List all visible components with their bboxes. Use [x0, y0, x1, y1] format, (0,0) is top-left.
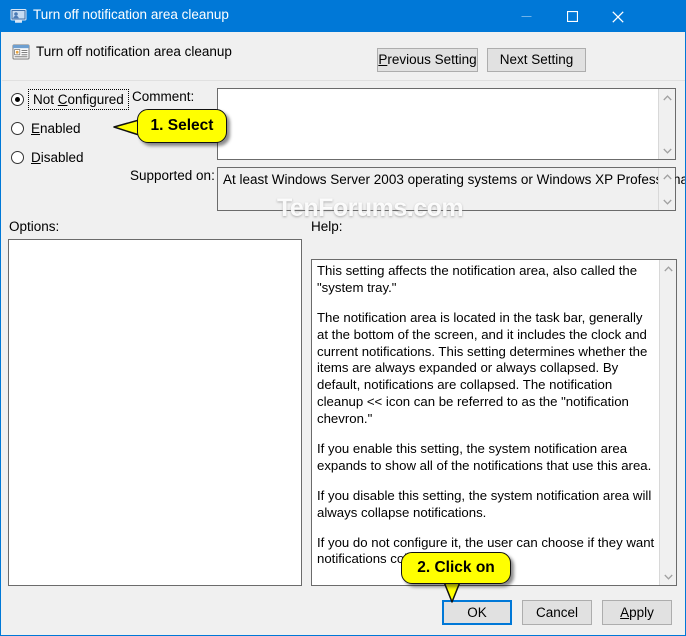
radio-disabled-label: Disabled — [31, 149, 84, 165]
help-paragraph: The notification area is located in the … — [317, 309, 648, 427]
comment-label: Comment: — [132, 89, 195, 104]
supported-on-value: At least Windows Server 2003 operating s… — [223, 172, 686, 187]
radio-not-configured[interactable]: Not Configured — [11, 88, 129, 110]
next-setting-button[interactable]: Next Setting — [487, 48, 586, 72]
apply-button[interactable]: Apply — [602, 600, 672, 625]
cancel-button[interactable]: Cancel — [522, 600, 592, 625]
apply-button-label: Apply — [620, 604, 654, 620]
help-panel: This setting affects the notification ar… — [311, 259, 677, 586]
supported-on-scrollbar[interactable] — [658, 168, 675, 210]
supported-on-field: At least Windows Server 2003 operating s… — [217, 167, 685, 211]
radio-enabled-label: Enabled — [31, 120, 81, 136]
help-paragraph: If you enable this setting, the system n… — [317, 441, 652, 473]
maximize-button[interactable] — [549, 1, 595, 32]
chevron-down-icon[interactable] — [660, 568, 677, 585]
options-label: Options: — [9, 219, 60, 234]
chevron-up-icon[interactable] — [660, 260, 677, 277]
group-policy-window-icon — [10, 8, 27, 24]
callout-select-body: 1. Select — [137, 109, 227, 143]
previous-setting-button[interactable]: Previous Setting — [377, 48, 478, 72]
help-text: This setting affects the notification ar… — [317, 263, 657, 581]
help-paragraph: This setting affects the notification ar… — [317, 263, 638, 295]
policy-setting-icon — [12, 43, 30, 61]
previous-setting-label: Previous Setting — [378, 52, 477, 68]
group-policy-setting-dialog: Turn off notification area cleanup Turn … — [0, 0, 686, 636]
ok-button-label: OK — [467, 604, 487, 620]
radio-enabled[interactable]: Enabled — [11, 118, 81, 138]
supported-on-label: Supported on: — [130, 168, 215, 183]
radio-disabled-mark — [11, 150, 24, 164]
cancel-button-label: Cancel — [535, 604, 579, 620]
comment-input[interactable] — [217, 88, 676, 160]
radio-disabled[interactable]: Disabled — [11, 147, 84, 167]
help-label: Help: — [311, 219, 343, 234]
radio-not-configured-label: Not Configured — [28, 88, 129, 110]
next-setting-label: Next Setting — [499, 52, 574, 68]
minimize-button[interactable] — [503, 1, 549, 32]
help-paragraph: If you disable this setting, the system … — [317, 487, 652, 520]
title-bar: Turn off notification area cleanup — [1, 1, 685, 32]
chevron-up-icon[interactable] — [659, 168, 676, 185]
close-button[interactable] — [595, 1, 641, 32]
options-panel[interactable] — [8, 239, 302, 586]
window-title: Turn off notification area cleanup — [33, 7, 229, 22]
callout-click-text: 2. Click on — [417, 559, 495, 576]
help-scrollbar[interactable] — [659, 260, 676, 585]
radio-not-configured-mark — [11, 92, 24, 106]
callout-select-text: 1. Select — [150, 117, 214, 134]
header-separator — [2, 80, 685, 81]
chevron-up-icon[interactable] — [659, 89, 676, 106]
callout-click-body: 2. Click on — [401, 552, 511, 584]
setting-title: Turn off notification area cleanup — [36, 44, 232, 59]
comment-scrollbar[interactable] — [658, 89, 675, 159]
chevron-down-icon[interactable] — [659, 142, 676, 159]
radio-enabled-mark — [11, 121, 24, 135]
chevron-down-icon[interactable] — [659, 193, 676, 210]
